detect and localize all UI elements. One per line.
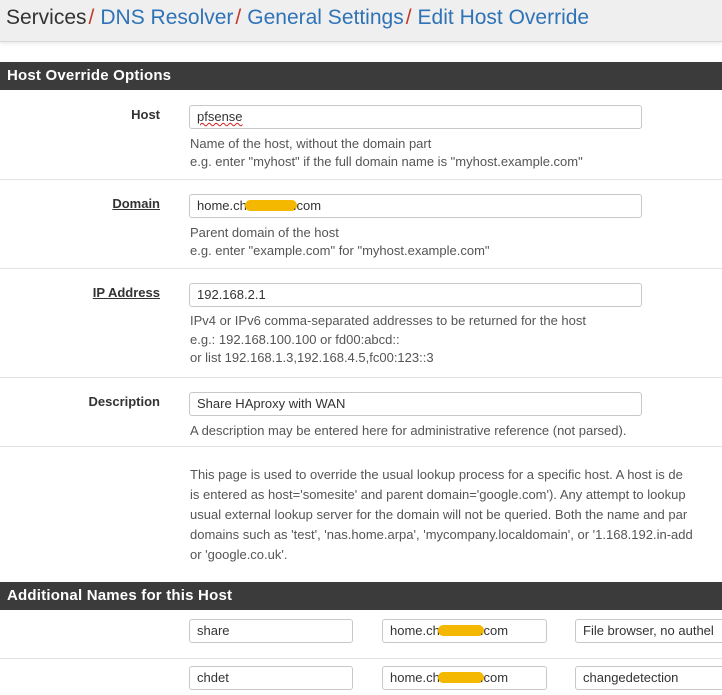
redaction-mark [437,672,484,683]
additional-domain-suffix: .com [479,670,509,685]
domain-row: Domain home.ch .com Parent domain of the … [0,180,722,269]
description-row: Description Share HAproxy with WAN A des… [0,378,722,447]
additional-domain-prefix: home.ch [390,670,440,685]
redaction-mark [244,200,297,211]
domain-label: Domain [112,196,160,211]
domain-help-example: e.g. enter "example.com" for "myhost.exa… [190,243,490,258]
host-help-example: e.g. enter "myhost" if the full domain n… [190,154,583,169]
redaction-mark [437,625,484,636]
additional-description-input[interactable]: changedetection [575,666,722,690]
additional-domain-input[interactable]: home.ch .com [382,666,547,690]
host-label: Host [131,107,160,122]
description-input[interactable]: Share HAproxy with WAN [189,392,642,416]
additional-name-row: chdet home.ch .com changedetection [0,659,722,695]
breadcrumb-separator: / [405,6,412,29]
ip-help-list: or list 192.168.1.3,192.168.4.5,fc00:123… [190,350,434,365]
additional-name-row: share home.ch .com File browser, no authe… [0,610,722,659]
ip-address-input[interactable]: 192.168.2.1 [189,283,642,307]
host-input-value: pfsense [197,109,243,124]
host-help-text: Name of the host, without the domain par… [190,136,432,151]
domain-input[interactable]: home.ch .com [189,194,642,218]
breadcrumb-separator: / [88,6,95,29]
breadcrumb-dns-resolver[interactable]: DNS Resolver [100,6,233,29]
description-help-text: A description may be entered here for ad… [190,423,627,438]
breadcrumb-separator: / [235,6,242,29]
additional-host-input[interactable]: chdet [189,666,353,690]
breadcrumb-services: Services [6,6,87,29]
ip-help-text: IPv4 or IPv6 comma-separated addresses t… [190,313,586,328]
domain-input-prefix: home.ch [197,198,247,213]
additional-host-input[interactable]: share [189,619,353,643]
domain-help-text: Parent domain of the host [190,225,339,240]
host-row: Host pfsense Name of the host, without t… [0,90,722,180]
additional-description-input[interactable]: File browser, no authel [575,619,722,643]
ip-address-label: IP Address [92,285,160,300]
info-line: is entered as host='somesite' and parent… [190,487,686,502]
domain-input-suffix: .com [292,198,322,213]
info-block: This page is used to override the usual … [0,447,722,572]
breadcrumb: Services/DNS Resolver/General Settings/E… [6,5,589,31]
info-line: usual external lookup server for the dom… [190,507,688,522]
additional-domain-suffix: .com [479,623,509,638]
ip-address-row: IP Address 192.168.2.1 IPv4 or IPv6 comm… [0,269,722,378]
host-input[interactable]: pfsense [189,105,642,129]
breadcrumb-edit-host-override[interactable]: Edit Host Override [418,6,590,29]
additional-domain-prefix: home.ch [390,623,440,638]
info-line: domains such as 'test', 'nas.home.arpa',… [190,527,693,542]
info-line: or 'google.co.uk'. [190,547,288,562]
additional-domain-input[interactable]: home.ch .com [382,619,547,643]
breadcrumb-general-settings[interactable]: General Settings [247,6,403,29]
ip-help-example: e.g.: 192.168.100.100 or fd00:abcd:: [190,332,400,347]
host-override-panel-heading: Host Override Options [0,62,722,90]
description-label: Description [88,394,160,409]
additional-names-panel-heading: Additional Names for this Host [0,582,722,610]
page-header: Services/DNS Resolver/General Settings/E… [0,0,722,42]
info-line: This page is used to override the usual … [190,467,683,482]
